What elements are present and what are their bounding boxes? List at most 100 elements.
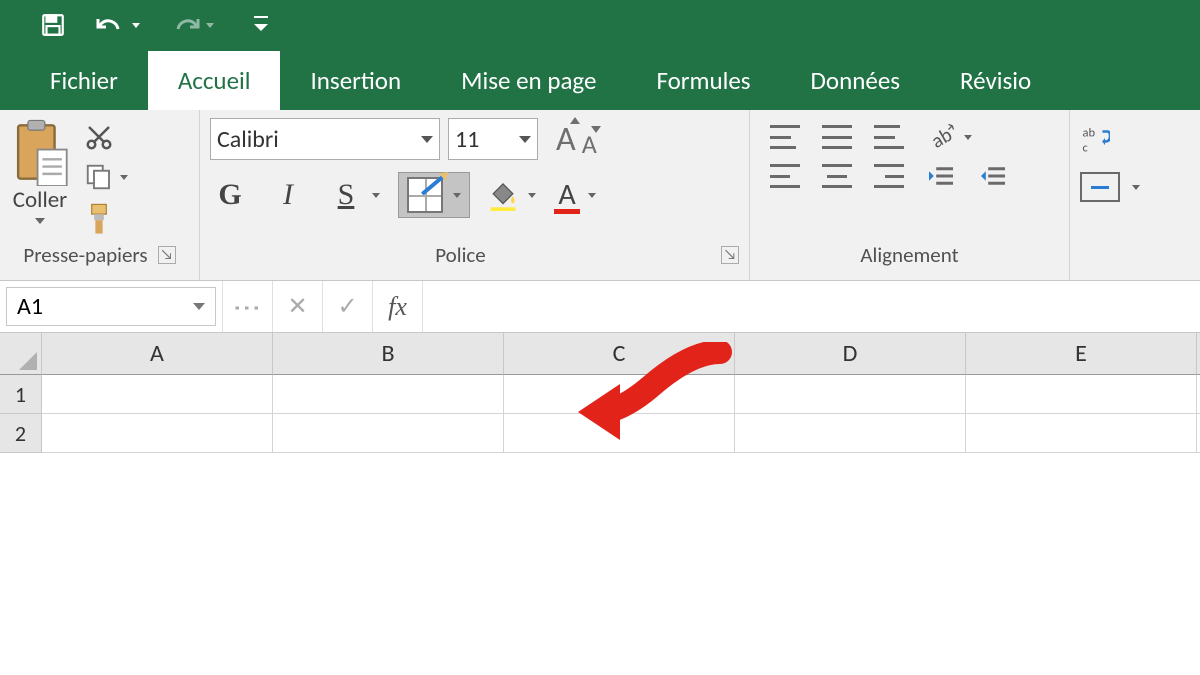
clipboard-paste-icon: [10, 118, 70, 186]
group-font: Calibri 11 A A G I S: [200, 110, 750, 280]
row-header[interactable]: 2: [0, 414, 42, 453]
fill-color-button[interactable]: [488, 179, 536, 211]
group-wrap-merge: abc: [1070, 110, 1190, 280]
font-size-combo[interactable]: 11: [448, 118, 538, 160]
font-name-combo[interactable]: Calibri: [210, 118, 440, 160]
cell[interactable]: [735, 375, 966, 414]
cell[interactable]: [504, 375, 735, 414]
name-box-value: A1: [17, 292, 43, 321]
tab-accueil[interactable]: Accueil: [148, 51, 281, 110]
save-button[interactable]: [40, 10, 66, 40]
font-name-value: Calibri: [217, 125, 279, 154]
cell[interactable]: [966, 414, 1197, 453]
decrease-font-size-button[interactable]: A: [582, 128, 597, 160]
format-painter-button[interactable]: [84, 202, 128, 236]
select-all-corner[interactable]: [0, 333, 42, 375]
formula-input[interactable]: [422, 281, 1200, 332]
formula-bar: A1 ⋮ ✕ ✓ fx: [0, 281, 1200, 333]
italic-button[interactable]: I: [268, 178, 308, 212]
align-middle-button[interactable]: [822, 125, 852, 149]
merge-dropdown-icon[interactable]: [1132, 185, 1140, 190]
tab-donnees[interactable]: Données: [781, 51, 931, 110]
group-font-label: Police: [210, 242, 711, 268]
enter-formula-button[interactable]: ✓: [322, 281, 372, 332]
wrap-text-button[interactable]: abc: [1080, 124, 1180, 154]
redo-button[interactable]: [170, 10, 214, 40]
borders-button[interactable]: [398, 172, 470, 218]
font-color-dropdown-icon[interactable]: [588, 193, 596, 198]
paste-dropdown-icon[interactable]: [35, 218, 45, 224]
ribbon: Coller Presse-papiers ↘: [0, 110, 1200, 281]
borders-dropdown-icon[interactable]: [453, 193, 461, 198]
underline-dropdown-icon[interactable]: [372, 193, 380, 198]
name-box[interactable]: A1: [6, 287, 216, 326]
tab-insertion[interactable]: Insertion: [280, 51, 431, 110]
font-color-button[interactable]: A: [554, 176, 580, 214]
paintbrush-icon: [84, 202, 114, 236]
align-bottom-button[interactable]: [874, 125, 904, 149]
orientation-button[interactable]: ab: [926, 122, 956, 152]
svg-text:ab: ab: [1083, 126, 1096, 141]
column-header[interactable]: E: [966, 333, 1197, 375]
cell[interactable]: [42, 375, 273, 414]
cell[interactable]: [42, 414, 273, 453]
cell[interactable]: [735, 414, 966, 453]
increase-indent-button[interactable]: [978, 164, 1008, 188]
group-alignment: ab Alignement: [750, 110, 1070, 280]
cell[interactable]: [966, 375, 1197, 414]
align-center-button[interactable]: [822, 164, 852, 188]
cell[interactable]: [273, 375, 504, 414]
svg-text:c: c: [1083, 141, 1089, 155]
fill-color-dropdown-icon[interactable]: [528, 193, 536, 198]
cell[interactable]: [504, 414, 735, 453]
paint-bucket-icon: [488, 179, 518, 211]
chevron-down-icon[interactable]: [519, 136, 531, 143]
cancel-formula-button[interactable]: ✕: [272, 281, 322, 332]
copy-icon: [84, 162, 114, 192]
paste-button[interactable]: Coller: [10, 118, 78, 236]
chevron-down-icon[interactable]: [421, 136, 433, 143]
column-header[interactable]: C: [504, 333, 735, 375]
undo-button[interactable]: [96, 10, 140, 40]
bold-button[interactable]: G: [210, 178, 250, 212]
tab-mise-en-page[interactable]: Mise en page: [431, 51, 626, 110]
underline-button[interactable]: S: [326, 178, 366, 212]
decrease-indent-button[interactable]: [926, 164, 956, 188]
scissors-icon: [84, 122, 114, 152]
group-clipboard: Coller Presse-papiers ↘: [0, 110, 200, 280]
orientation-icon: ab: [926, 122, 956, 152]
increase-font-size-button[interactable]: A: [556, 119, 576, 160]
align-right-button[interactable]: [874, 164, 904, 188]
column-header[interactable]: D: [735, 333, 966, 375]
worksheet-grid: 1 2 A B C D E: [0, 333, 1200, 453]
align-left-button[interactable]: [770, 164, 800, 188]
cut-button[interactable]: [84, 122, 128, 152]
tab-formules[interactable]: Formules: [626, 51, 780, 110]
orientation-dropdown-icon[interactable]: [964, 135, 972, 140]
quick-access-toolbar: [0, 0, 1200, 50]
font-color-bar: [554, 209, 580, 214]
formula-bar-options-button[interactable]: ⋮: [222, 281, 272, 332]
font-launcher-icon[interactable]: ↘: [721, 246, 739, 264]
column-header[interactable]: B: [273, 333, 504, 375]
cell[interactable]: [273, 414, 504, 453]
merge-center-button[interactable]: [1080, 172, 1120, 202]
paste-label: Coller: [13, 186, 67, 214]
column-header[interactable]: A: [42, 333, 273, 375]
align-top-button[interactable]: [770, 125, 800, 149]
row-header[interactable]: 1: [0, 375, 42, 414]
svg-text:ab: ab: [927, 123, 956, 152]
customize-qat-button[interactable]: [254, 10, 268, 40]
tab-fichier[interactable]: Fichier: [20, 51, 148, 110]
group-clipboard-label: Presse-papiers: [23, 242, 147, 268]
insert-function-button[interactable]: fx: [372, 281, 422, 332]
group-alignment-label: Alignement: [860, 242, 958, 268]
wrap-text-icon: abc: [1080, 124, 1110, 154]
copy-button[interactable]: [84, 162, 128, 192]
font-size-value: 11: [455, 125, 479, 154]
ribbon-tabs: Fichier Accueil Insertion Mise en page F…: [0, 50, 1200, 110]
clipboard-launcher-icon[interactable]: ↘: [158, 246, 176, 264]
borders-icon: [407, 177, 443, 213]
name-box-dropdown-icon[interactable]: [193, 303, 205, 310]
tab-revision[interactable]: Révisio: [930, 51, 1061, 110]
